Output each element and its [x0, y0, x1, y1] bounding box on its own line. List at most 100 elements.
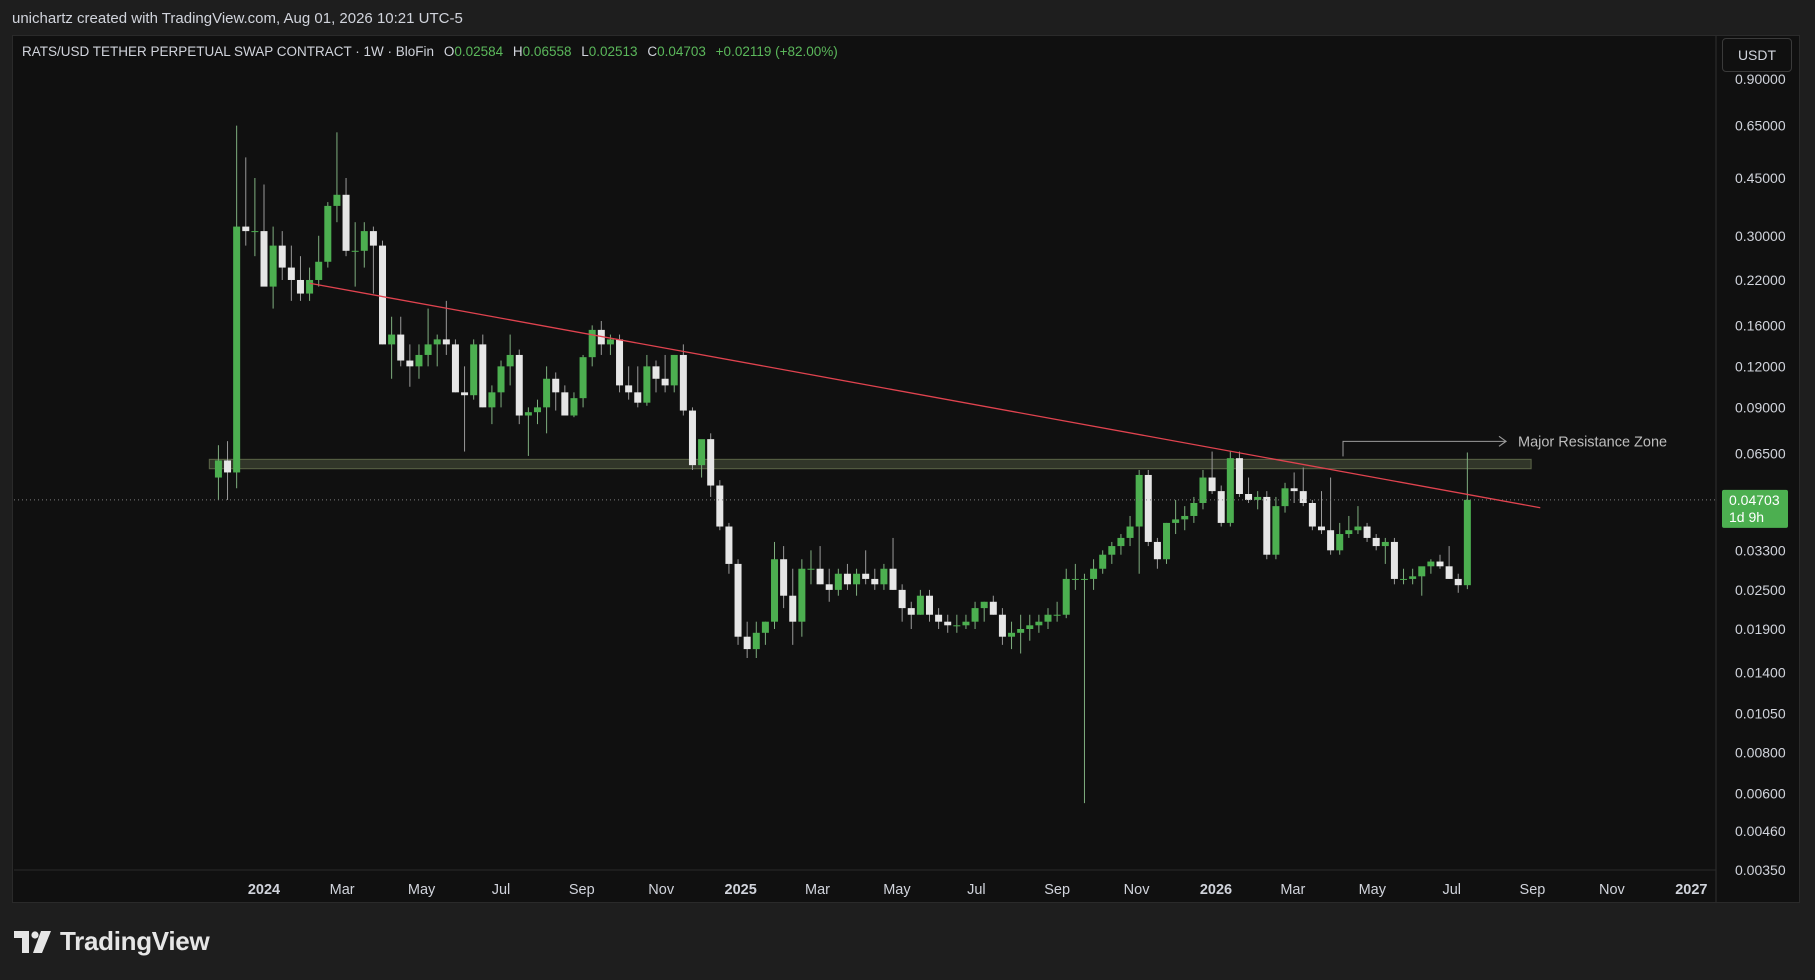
candle-body [506, 354, 514, 367]
candle-body [342, 194, 350, 251]
candle-body [1299, 491, 1307, 503]
time-tick-label: May [1359, 882, 1387, 898]
candle-body [643, 366, 651, 403]
candle-body [1372, 537, 1380, 547]
candle-body [561, 392, 569, 416]
price-tick-label: 0.00800 [1735, 744, 1786, 760]
price-axis: 0.90000 0.65000 0.45000 0.30000 0.22000 0.160… [1715, 36, 1788, 902]
candle-body [1108, 546, 1116, 555]
tradingview-logo[interactable]: TradingView [14, 926, 210, 957]
candle-body [333, 194, 341, 206]
candle-body [1436, 561, 1444, 567]
candle-body [661, 378, 669, 386]
time-tick-label: Sep [1520, 882, 1546, 898]
candle-body [369, 231, 377, 246]
candle-body [1345, 530, 1353, 535]
candle-body [1135, 474, 1143, 527]
time-tick-label: Sep [569, 882, 595, 898]
price-tick-label: 0.16000 [1735, 317, 1786, 333]
countdown-value: 1d 9h [1729, 509, 1764, 525]
last-price-value: 0.04703 [1729, 492, 1780, 508]
candle-body [260, 231, 268, 287]
price-tick-label: 0.45000 [1735, 170, 1786, 186]
price-tick-label: 0.03300 [1735, 542, 1786, 558]
candle-body [1245, 493, 1253, 500]
candle-body [1254, 496, 1262, 500]
candle-body [287, 267, 295, 280]
price-tick-label: 0.00350 [1735, 862, 1786, 878]
candle-body [479, 344, 487, 408]
candle-body [679, 354, 687, 411]
tradingview-logo-icon [14, 930, 51, 953]
candle-body [1199, 477, 1207, 503]
time-tick-label: May [408, 882, 436, 898]
price-tick-label: 0.02500 [1735, 582, 1786, 598]
candle-body [470, 344, 478, 396]
candle-body [780, 559, 788, 596]
time-tick-label: Nov [648, 882, 675, 898]
candle-body [925, 595, 933, 615]
price-tick-label: 0.09000 [1735, 399, 1786, 415]
candle-body [251, 231, 259, 233]
candle-body [242, 226, 250, 232]
currency-button[interactable]: USDT [1722, 38, 1792, 72]
price-tick-label: 0.01050 [1735, 706, 1786, 722]
brand-name: TradingView [60, 926, 210, 956]
candle-body [1035, 621, 1043, 626]
candle-body [743, 636, 751, 650]
candle-body [1172, 519, 1180, 523]
time-tick-label: Nov [1599, 882, 1626, 898]
candle-body [451, 344, 459, 393]
candle-body [1080, 578, 1088, 580]
candle-body [789, 595, 797, 622]
candle-body [907, 608, 915, 615]
candle-body [707, 439, 715, 486]
candle-body [698, 439, 706, 466]
candle-body [752, 632, 760, 650]
close-label: C [647, 44, 658, 59]
candle-body [853, 573, 861, 585]
high-label: H [512, 44, 523, 59]
candle-body [543, 378, 551, 408]
candle-body [862, 573, 870, 579]
candle-body [1008, 632, 1016, 637]
candle-body [880, 568, 888, 585]
candle-body [1044, 614, 1052, 622]
candle-body [296, 279, 304, 294]
price-tick-label: 0.30000 [1735, 228, 1786, 244]
symbol-title: RATS/USD TETHER PERPETUAL SWAP CONTRACT … [22, 44, 435, 59]
low-value: 0.02513 [588, 44, 638, 59]
candle-body [1418, 566, 1426, 577]
close-value: 0.04703 [657, 44, 706, 59]
candle-body [1454, 578, 1462, 586]
candle-body [816, 568, 824, 585]
candle-body [688, 410, 696, 466]
candle-body [533, 407, 541, 413]
candle-body [351, 250, 359, 252]
candle-body [935, 614, 943, 622]
candle-body [1017, 629, 1025, 633]
candle-body [1263, 496, 1271, 555]
candle-body [306, 279, 314, 294]
candle-body [379, 245, 387, 345]
candle-body [1308, 502, 1316, 527]
candle-body [1217, 491, 1225, 523]
price-tick-label: 0.06500 [1735, 446, 1786, 462]
resistance-arrow [1342, 440, 1506, 457]
time-tick-label: Nov [1124, 882, 1151, 898]
price-tick-label: 0.01400 [1735, 665, 1786, 681]
candle-body [771, 559, 779, 622]
candle-body [962, 621, 970, 626]
candle-body [998, 614, 1006, 637]
candle-body [616, 339, 624, 386]
time-tick-label: 2025 [725, 882, 757, 898]
candle-body [1327, 530, 1335, 551]
candle-body [552, 378, 560, 393]
candle-body [1071, 578, 1079, 580]
candle-body [224, 460, 232, 473]
candle-body [944, 621, 952, 626]
price-chart[interactable]: Major Resistance Zone 0.90000 0.65000 0.45… [0, 0, 1815, 980]
candle-body [916, 595, 924, 615]
time-tick-label: Mar [805, 882, 830, 898]
candle-body [889, 568, 897, 590]
